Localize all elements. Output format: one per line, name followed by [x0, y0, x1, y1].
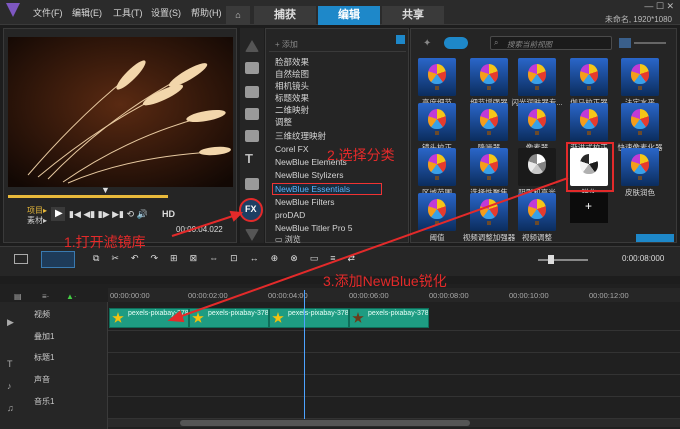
annotation-step2: 2.选择分类: [327, 147, 395, 163]
annotation-step1: 1.打开滤镜库: [64, 234, 146, 250]
annotation-step3: 3.添加NewBlue锐化: [323, 273, 447, 289]
annotation-arrows: [167, 177, 569, 323]
